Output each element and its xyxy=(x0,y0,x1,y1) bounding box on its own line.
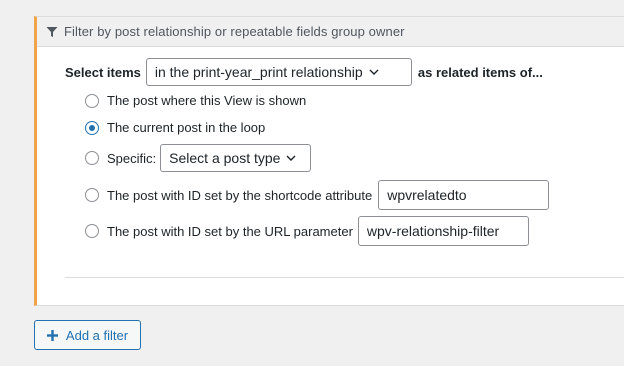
option-url-parameter[interactable]: The post with ID set by the URL paramete… xyxy=(85,216,529,246)
option-view-post[interactable]: The post where this View is shown xyxy=(85,93,306,108)
divider xyxy=(65,277,624,278)
option-shortcode-attribute[interactable]: The post with ID set by the shortcode at… xyxy=(85,180,550,210)
relationship-select-value: in the print-year_print relationship xyxy=(154,64,363,80)
option-label: The post with ID set by the URL paramete… xyxy=(107,223,353,239)
option-label: The current post in the loop xyxy=(107,120,266,135)
radio-url-parameter[interactable] xyxy=(85,224,99,238)
option-current-post[interactable]: The current post in the loop xyxy=(85,120,265,135)
plus-icon xyxy=(47,329,59,341)
filter-panel: Filter by post relationship or repeatabl… xyxy=(34,16,624,306)
option-specific[interactable]: Specific: Select a post type xyxy=(85,144,312,172)
panel-title: Filter by post relationship or repeatabl… xyxy=(64,24,405,39)
radio-current-post[interactable] xyxy=(85,120,99,135)
url-parameter-input[interactable] xyxy=(357,216,529,246)
option-label: The post with ID set by the shortcode at… xyxy=(107,187,373,203)
relationship-select[interactable]: in the print-year_print relationship xyxy=(145,58,412,86)
add-filter-label: Add a filter xyxy=(65,327,129,343)
post-type-select-value: Select a post type xyxy=(169,150,281,166)
funnel-icon xyxy=(45,25,59,39)
add-filter-button[interactable]: Add a filter xyxy=(34,320,141,350)
option-label: Specific: xyxy=(107,150,157,166)
radio-view-post[interactable] xyxy=(85,93,99,108)
select-items-label: Select items xyxy=(65,64,141,80)
chevron-down-icon xyxy=(286,153,296,163)
select-items-suffix: as related items of... xyxy=(417,64,543,80)
shortcode-attribute-input[interactable] xyxy=(378,180,550,210)
select-items-row: Select items in the print-year_print rel… xyxy=(65,58,543,86)
radio-specific[interactable] xyxy=(85,151,99,165)
option-label: The post where this View is shown xyxy=(107,93,307,108)
post-type-select[interactable]: Select a post type xyxy=(160,144,312,172)
chevron-down-icon xyxy=(369,67,379,77)
radio-shortcode-attribute[interactable] xyxy=(85,188,99,202)
filter-panel-header[interactable]: Filter by post relationship or repeatabl… xyxy=(37,17,624,47)
